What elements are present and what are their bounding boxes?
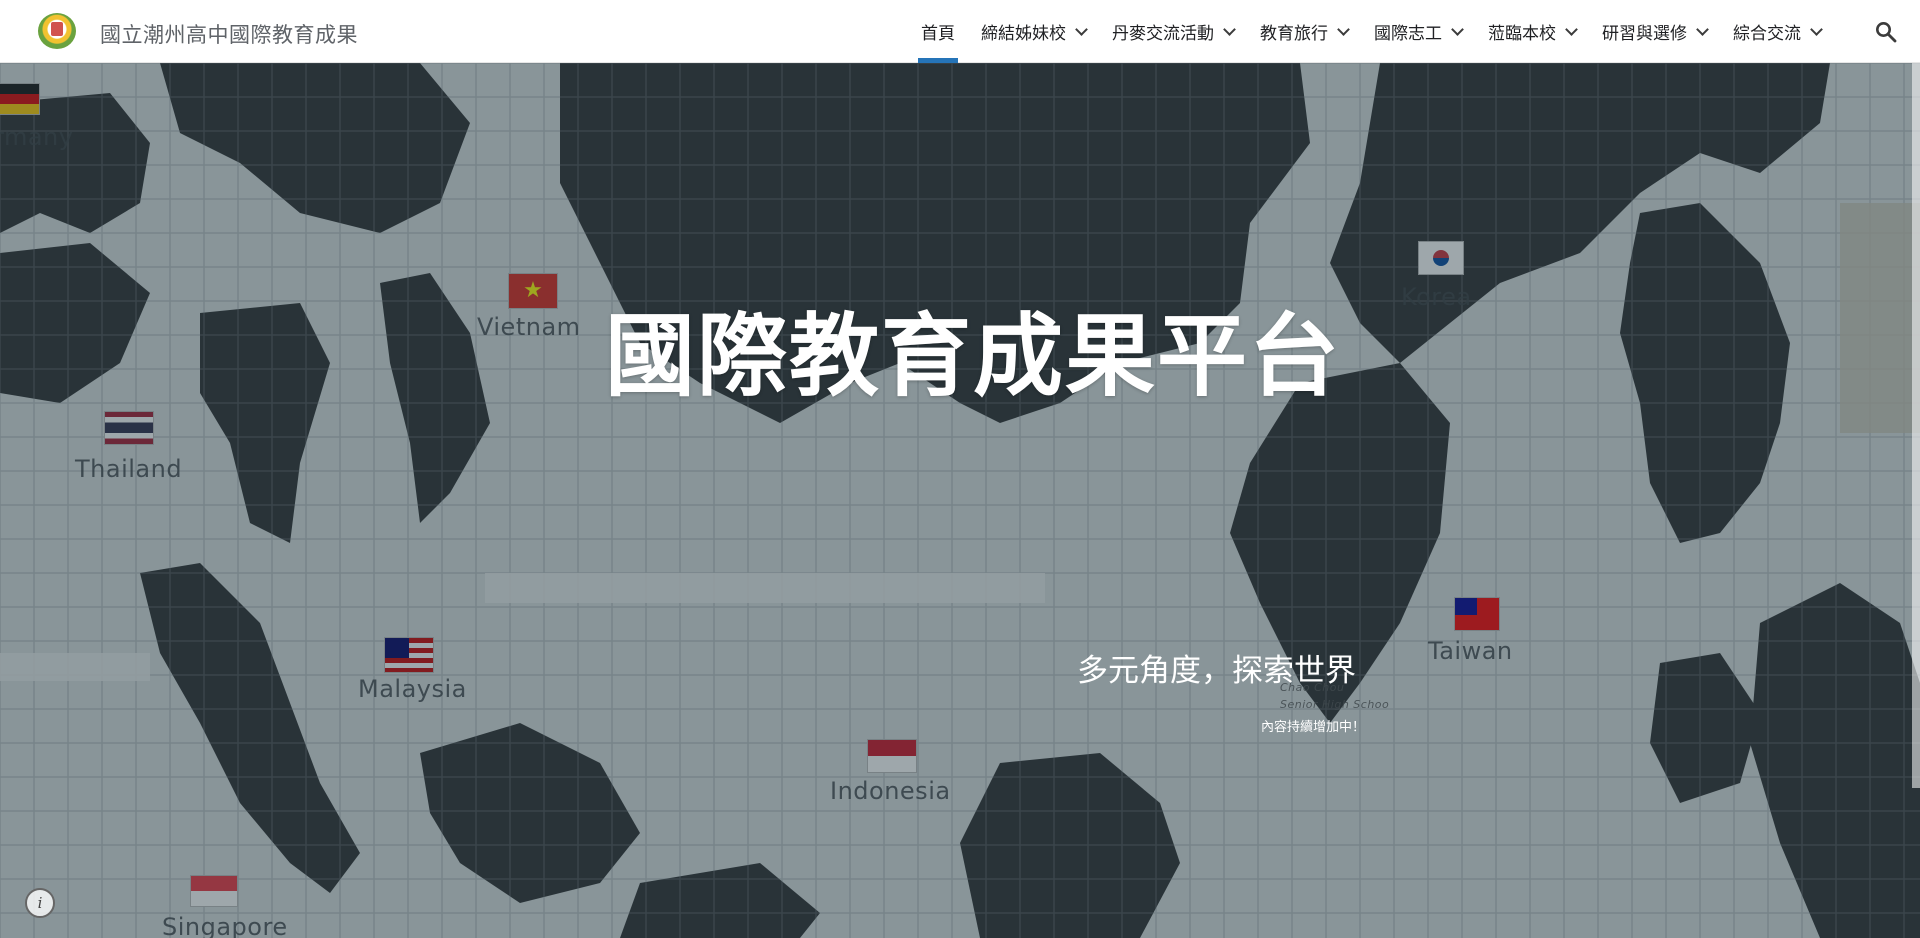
hero-note: 內容持續增加中！ [1261,720,1366,735]
hero-subtitle: 多元角度，探索世界 [1077,653,1356,689]
main-nav: 首頁 締結姊妹校 丹麥交流活動 教育旅行 國際志工 蒞臨本校 研習與選修 綜合交… [908,0,1834,63]
nav-visits[interactable]: 蒞臨本校 [1475,0,1589,63]
chevron-down-icon[interactable] [1223,22,1236,36]
nav-home[interactable]: 首頁 [908,0,968,63]
search-icon[interactable] [1874,20,1898,44]
site-header: 國立潮州高中國際教育成果 首頁 締結姊妹校 丹麥交流活動 教育旅行 國際志工 蒞… [0,0,1920,63]
nav-education-travel-label: 教育旅行 [1260,24,1328,44]
nav-sister-schools-label: 締結姊妹校 [981,24,1066,44]
scrollbar[interactable] [1912,63,1920,788]
nav-study-electives[interactable]: 研習與選修 [1589,0,1720,63]
nav-general-exchange-label: 綜合交流 [1733,24,1801,44]
hero-banner: ★ rmany Vietnam Thailand Korea Malaysia … [0,63,1920,938]
nav-sister-schools[interactable]: 締結姊妹校 [968,0,1099,63]
chevron-down-icon[interactable] [1337,22,1350,36]
chevron-down-icon[interactable] [1810,22,1823,36]
chevron-down-icon[interactable] [1565,22,1578,36]
chevron-down-icon[interactable] [1696,22,1709,36]
nav-home-label: 首頁 [921,24,955,44]
nav-denmark-exchange[interactable]: 丹麥交流活動 [1099,0,1247,63]
nav-international-volunteer[interactable]: 國際志工 [1361,0,1475,63]
nav-study-electives-label: 研習與選修 [1602,24,1687,44]
chevron-down-icon[interactable] [1075,22,1088,36]
hero-overlay [0,63,1920,938]
nav-general-exchange[interactable]: 綜合交流 [1720,0,1834,63]
hero-title: 國際教育成果平台 [605,303,1341,409]
nav-education-travel[interactable]: 教育旅行 [1247,0,1361,63]
logo-emblem [51,22,63,36]
nav-visits-label: 蒞臨本校 [1488,24,1556,44]
site-title[interactable]: 國立潮州高中國際教育成果 [100,19,358,49]
nav-denmark-exchange-label: 丹麥交流活動 [1112,24,1214,44]
school-logo-icon[interactable] [38,13,76,49]
info-icon[interactable]: i [25,888,55,918]
page: 國立潮州高中國際教育成果 首頁 締結姊妹校 丹麥交流活動 教育旅行 國際志工 蒞… [0,0,1920,938]
chevron-down-icon[interactable] [1451,22,1464,36]
nav-international-volunteer-label: 國際志工 [1374,24,1442,44]
